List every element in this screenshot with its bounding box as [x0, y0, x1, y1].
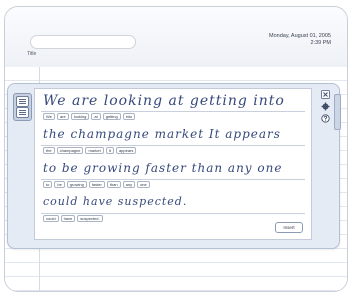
word-chip[interactable]: could	[43, 215, 59, 222]
recognized-words: to be growing faster than any one	[43, 181, 150, 188]
word-chip[interactable]: faster	[88, 181, 105, 188]
ink-baseline	[41, 111, 305, 112]
ink-line: the champagne market It appears the cham…	[41, 125, 305, 159]
ink-text: We are looking at getting into	[43, 93, 285, 109]
word-chip[interactable]: We	[43, 113, 55, 120]
close-button[interactable]	[320, 90, 330, 99]
panel-tools	[318, 90, 332, 124]
ink-baseline	[41, 213, 305, 214]
word-chip[interactable]: into	[122, 113, 136, 120]
date-time: Monday, August 01, 2005 2:39 PM	[269, 33, 331, 47]
word-chip[interactable]: are	[56, 113, 69, 120]
word-chip[interactable]: than	[106, 181, 121, 188]
close-icon	[320, 90, 330, 99]
handwriting-input-panel: We are looking at getting into We are lo…	[7, 83, 341, 249]
word-chip[interactable]: have	[60, 215, 76, 222]
insert-button[interactable]: Insert	[275, 222, 303, 233]
ink-baseline	[41, 145, 305, 146]
ink-line: We are looking at getting into We are lo…	[41, 91, 305, 125]
help-button[interactable]	[320, 114, 330, 123]
gear-icon	[321, 102, 329, 111]
ink-text: the champagne market It appears	[43, 127, 281, 141]
keyboard-button[interactable]	[16, 107, 29, 118]
word-chip[interactable]: growing	[66, 181, 87, 188]
ink-baseline	[41, 179, 305, 180]
ink-text: to be growing faster than any one	[43, 161, 283, 175]
word-chip[interactable]: one	[137, 181, 150, 188]
title-field[interactable]	[30, 35, 136, 49]
keyboard-icon	[19, 110, 26, 115]
options-button[interactable]	[321, 102, 330, 111]
help-icon	[320, 114, 330, 123]
word-chip[interactable]: champagne	[56, 147, 84, 154]
ink-line: could have suspected. could have suspect…	[41, 193, 305, 227]
word-chip[interactable]: at	[91, 113, 101, 120]
recognized-words: could have suspected.	[43, 215, 103, 222]
pad-toolbar	[13, 93, 32, 121]
word-chip[interactable]: to	[43, 181, 53, 188]
time-text: 2:39 PM	[310, 40, 331, 46]
word-chip[interactable]: any	[122, 181, 136, 188]
word-chip[interactable]: It	[105, 147, 114, 154]
word-chip[interactable]: market	[85, 147, 104, 154]
date-text: Monday, August 01, 2005	[269, 33, 331, 39]
word-chip[interactable]: appears	[115, 147, 137, 154]
word-chip[interactable]: looking	[70, 113, 90, 120]
title-label: Title	[27, 51, 37, 57]
word-chip[interactable]: the	[43, 147, 55, 154]
word-chip[interactable]: getting	[102, 113, 121, 120]
ink-text: could have suspected.	[43, 195, 188, 208]
recognized-words: We are looking at getting into	[43, 113, 136, 120]
writing-pad-icon	[19, 99, 26, 104]
word-chip[interactable]: suspected.	[77, 215, 103, 222]
writing-pad-button[interactable]	[16, 96, 29, 107]
writing-area[interactable]: We are looking at getting into We are lo…	[34, 88, 312, 240]
word-chip[interactable]: be	[54, 181, 65, 188]
ink-line: to be growing faster than any one to be …	[41, 159, 305, 193]
panel-resize-grip[interactable]	[334, 94, 341, 130]
note-header: Title Monday, August 01, 2005 2:39 PM	[5, 7, 347, 68]
recognized-words: the champagne market It appears	[43, 147, 137, 154]
